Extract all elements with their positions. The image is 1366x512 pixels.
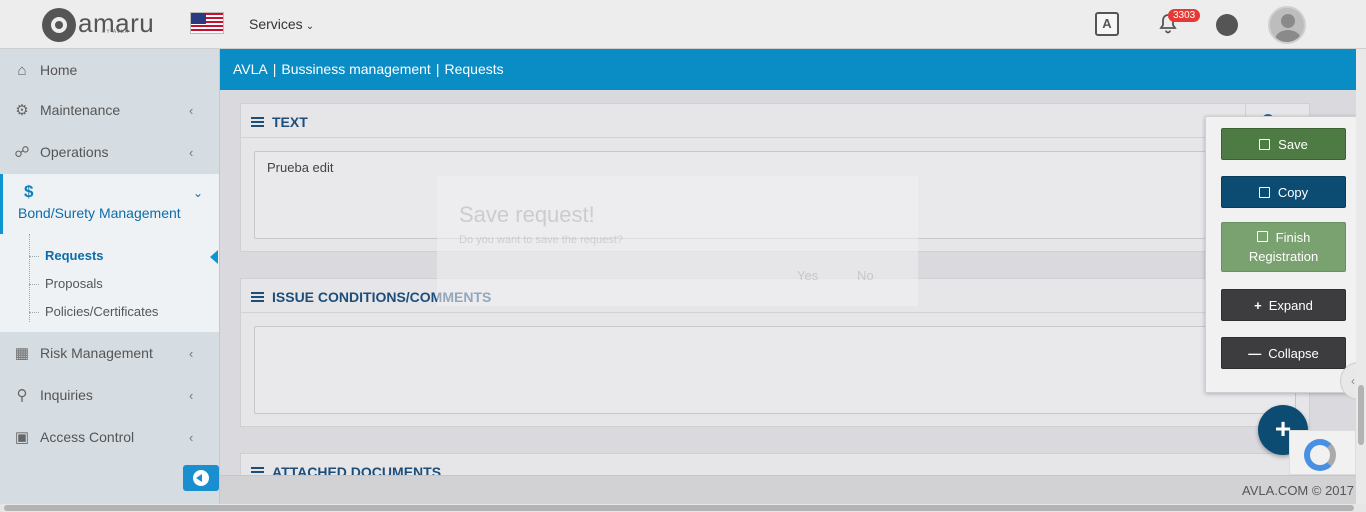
cubes-icon: ▦ (14, 345, 30, 362)
copy-label: Copy (1277, 184, 1309, 200)
top-header: amaru BY AVLA Services ⌄ A 3303 (0, 0, 1366, 49)
finish-registration-button[interactable]: Finish Registration (1221, 222, 1346, 272)
active-caret-icon (210, 250, 218, 264)
sidebar-item-inquiries[interactable]: ⚲ Inquiries ‹ (0, 374, 219, 416)
minus-icon: — (1248, 345, 1262, 361)
finish-label-1: Finish (1275, 230, 1311, 245)
panel-header: ATTACHED DOCUMENTS (241, 454, 1309, 475)
panel-title: TEXT (272, 114, 308, 130)
save-label: Save (1278, 136, 1308, 152)
home-icon: ⌂ (17, 61, 27, 79)
vertical-scrollbar[interactable] (1356, 49, 1366, 504)
sidebar: ⌂ Home ⚙ Maintenance ‹ ☍ Operations ‹ $ … (0, 49, 220, 504)
chevron-left-icon: ‹ (189, 345, 194, 361)
copyright-text: AVLA.COM © 2017 (1242, 483, 1354, 498)
sidebar-item-risk[interactable]: ▦ Risk Management ‹ (0, 332, 219, 374)
logo-mark-icon (42, 8, 76, 42)
collapse-button[interactable]: — Collapse (1221, 337, 1346, 369)
sidebar-item-maintenance[interactable]: ⚙ Maintenance ‹ (0, 89, 219, 131)
dialog-no-button[interactable]: No (857, 268, 874, 283)
dialog-yes-button[interactable]: Yes (797, 268, 818, 283)
collapse-label: Collapse (1268, 345, 1319, 361)
save-request-dialog: Save request! Do you want to save the re… (437, 176, 918, 306)
recaptcha-icon (1304, 439, 1336, 471)
translate-icon[interactable]: A (1095, 12, 1119, 36)
breadcrumb: AVLA | Bussiness management | Requests (220, 49, 1356, 90)
gear-icon: ⚙ (15, 102, 29, 119)
save-icon (1256, 231, 1268, 242)
chevron-down-icon: ⌄ (193, 186, 204, 200)
sidebar-item-label: Maintenance (40, 102, 121, 118)
action-panel: Save Copy Finish Registration + Expand — C… (1205, 116, 1357, 393)
sidebar-item-operations[interactable]: ☍ Operations ‹ (0, 131, 219, 173)
chevron-down-icon: ⌄ (305, 21, 315, 32)
save-icon (1259, 138, 1271, 150)
sidebar-item-label: Inquiries (40, 387, 93, 403)
sidebar-item-label: Operations (40, 144, 109, 160)
panel-header: TEXT (241, 104, 1309, 138)
sidebar-item-label: Risk Management (40, 345, 153, 361)
submenu-item-policies[interactable]: Policies/Certificates (45, 304, 158, 319)
issue-conditions-textarea[interactable] (254, 326, 1296, 414)
panel-title: ATTACHED DOCUMENTS (272, 464, 442, 475)
avatar[interactable] (1268, 6, 1306, 44)
notification-badge: 3303 (1168, 9, 1201, 22)
expand-label: Expand (1268, 297, 1313, 313)
dialog-text: Do you want to save the request? (459, 234, 623, 246)
dollar-icon: $ (24, 182, 34, 201)
expand-button[interactable]: + Expand (1221, 289, 1346, 321)
submenu-item-proposals[interactable]: Proposals (45, 276, 103, 291)
submenu-item-requests[interactable]: Requests (45, 248, 104, 263)
plus-icon: + (1254, 297, 1262, 313)
chevron-left-icon: ‹ (189, 429, 194, 445)
breadcrumb-item[interactable]: AVLA (233, 61, 268, 77)
sidebar-item-label: Access Control (40, 429, 135, 445)
horizontal-scrollbar[interactable] (0, 504, 1366, 512)
footer: AVLA.COM © 2017 (220, 475, 1366, 504)
attached-documents-panel: ATTACHED DOCUMENTS (240, 453, 1310, 475)
recaptcha-badge[interactable] (1289, 430, 1356, 475)
logo-subtext: BY AVLA (102, 29, 130, 35)
breadcrumb-item: Requests (444, 61, 504, 77)
copy-icon (251, 467, 264, 475)
search-icon: ⚲ (16, 387, 28, 404)
breadcrumb-item[interactable]: Bussiness management (281, 61, 430, 77)
lock-icon: ▣ (14, 429, 30, 446)
us-flag-icon[interactable] (190, 12, 224, 34)
save-button[interactable]: Save (1221, 128, 1346, 160)
list-icon (251, 117, 264, 127)
chevron-left-icon: ‹ (189, 102, 194, 118)
sidebar-item-access-control[interactable]: ▣ Access Control ‹ (0, 416, 219, 458)
sidebar-collapse-button[interactable] (183, 465, 219, 491)
chevron-left-icon: ‹ (189, 387, 194, 403)
sidebar-item-home[interactable]: ⌂ Home (0, 49, 219, 91)
globe-icon[interactable] (1216, 14, 1238, 36)
sidebar-submenu: Requests Proposals Policies/Certificates (0, 234, 219, 332)
sidebar-item-bond-surety[interactable]: $ Bond/Surety Management ⌄ (0, 174, 219, 234)
sidebar-item-label: Home (40, 62, 78, 78)
services-label: Services (249, 16, 303, 32)
finish-label-2: Registration (1248, 249, 1319, 264)
dialog-title: Save request! (459, 202, 595, 227)
handshake-icon: ☍ (14, 144, 30, 161)
chevron-left-icon: ‹ (189, 144, 194, 160)
sidebar-item-label: Bond/Surety Management (18, 205, 181, 221)
list-icon (251, 292, 264, 302)
copy-icon (1258, 186, 1270, 198)
copy-button[interactable]: Copy (1221, 176, 1346, 208)
amaru-logo[interactable]: amaru (42, 8, 154, 42)
services-menu[interactable]: Services ⌄ (249, 16, 314, 32)
